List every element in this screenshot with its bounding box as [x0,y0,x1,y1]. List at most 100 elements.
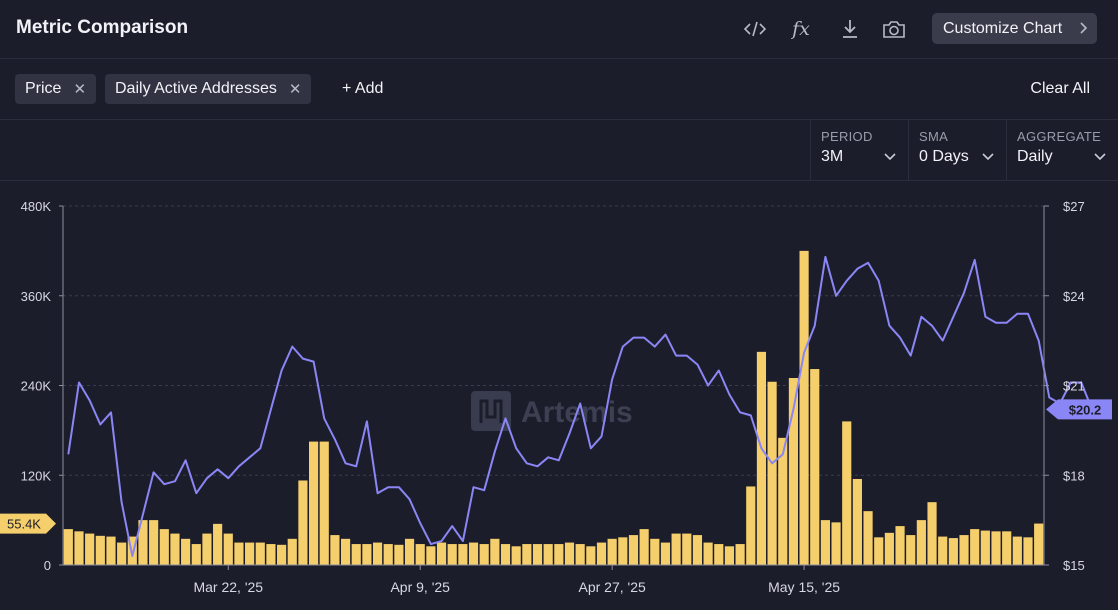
period-select[interactable]: PERIOD 3M [810,120,908,180]
close-icon[interactable]: ✕ [289,80,302,98]
right-axis-tick-label: $18 [1063,468,1085,483]
bar [95,535,105,565]
clear-all-button[interactable]: Clear All [1030,80,1090,98]
aggregate-select[interactable]: AGGREGATE Daily [1006,120,1118,180]
bar [383,544,393,565]
grid-lines [63,205,1044,476]
controls-bar: PERIOD 3M SMA 0 Days AGGREGATE Daily [0,120,1118,181]
code-icon[interactable] [742,16,768,42]
sma-select[interactable]: SMA 0 Days [908,120,1006,180]
bar [298,480,308,565]
x-axis-tick-label: Mar 22, '25 [193,579,263,595]
bar [927,502,937,565]
bar [277,544,287,565]
bar [511,546,521,565]
bar [500,544,511,565]
bar [874,537,884,565]
bar [426,546,436,565]
bar [319,441,329,565]
sma-label: SMA [919,129,949,144]
bar [938,536,948,565]
bar [223,533,233,565]
bar [532,544,543,565]
customize-chart-button[interactable]: Customize Chart [932,13,1097,44]
bar [671,533,681,565]
chip-daily-active-addresses[interactable]: Daily Active Addresses ✕ [105,74,312,104]
bar [181,538,191,565]
x-axis-tick-label: Apr 9, '25 [390,579,450,595]
left-axis-tick-label: 480K [21,199,52,214]
bar [63,529,73,565]
bar [245,542,255,565]
bar [415,544,425,565]
bar [266,544,276,565]
bar [863,511,873,565]
right-axis-tick-label: $27 [1063,199,1085,214]
bar [831,522,841,565]
bar [980,530,990,565]
bar [895,526,905,565]
metric-comparison-chart[interactable]: Artemis 0 $15120K $18240K $21360K $24480K $27… [0,181,1118,610]
function-icon[interactable]: fx [788,16,814,42]
bar [106,536,116,565]
bar [842,421,852,565]
bar [202,533,212,565]
bar [447,544,457,565]
bar [74,531,84,565]
bar [1012,536,1022,565]
camera-icon[interactable] [881,16,907,42]
bar [117,542,127,565]
bar [799,250,809,565]
bar [607,538,617,565]
price-line [67,255,1093,557]
right-axis-tick-label: $15 [1063,558,1085,573]
bar [554,544,564,565]
chip-price[interactable]: Price ✕ [15,74,97,104]
bar [159,529,169,565]
bar [191,544,201,565]
bar [575,544,585,565]
bar [1002,531,1012,565]
bar [639,529,649,565]
bar [991,531,1001,565]
bar [522,544,532,565]
bar [596,542,607,565]
bar [543,544,553,565]
bar [1034,523,1044,565]
add-metric-button[interactable]: + Add [342,80,383,98]
x-axis-tick-label: Apr 27, '25 [579,579,646,595]
bar [255,542,265,565]
bar [650,538,660,565]
bar [340,538,351,565]
bar [703,542,713,565]
line-series-price [67,255,1093,557]
bar [309,441,319,565]
bar [436,542,447,565]
left-axis-tick-label: 240K [21,379,52,394]
page-title: Metric Comparison [16,17,189,38]
bar [948,538,958,565]
current-price-label: $20.2 [1069,402,1102,417]
bar [682,533,692,565]
bar [746,486,756,565]
aggregate-label: AGGREGATE [1017,129,1102,144]
bar [330,535,340,565]
bar [586,546,596,565]
bar [372,542,383,565]
close-icon[interactable]: ✕ [73,80,86,98]
chevron-down-icon [982,150,994,164]
bar [916,520,926,565]
chevron-down-icon [1094,150,1106,164]
left-axis-tick-label: 360K [21,289,52,304]
left-axis-tick-label: 0 [44,558,51,573]
bar [906,535,916,565]
bar [234,542,244,565]
bar [692,535,703,565]
left-axis-tick-label: 120K [21,468,52,483]
x-axis-tick-label: May 15, '25 [768,579,840,595]
bar [618,537,628,565]
bar [852,478,862,565]
bar [213,523,223,565]
bar [810,369,820,565]
download-icon[interactable] [837,16,863,42]
